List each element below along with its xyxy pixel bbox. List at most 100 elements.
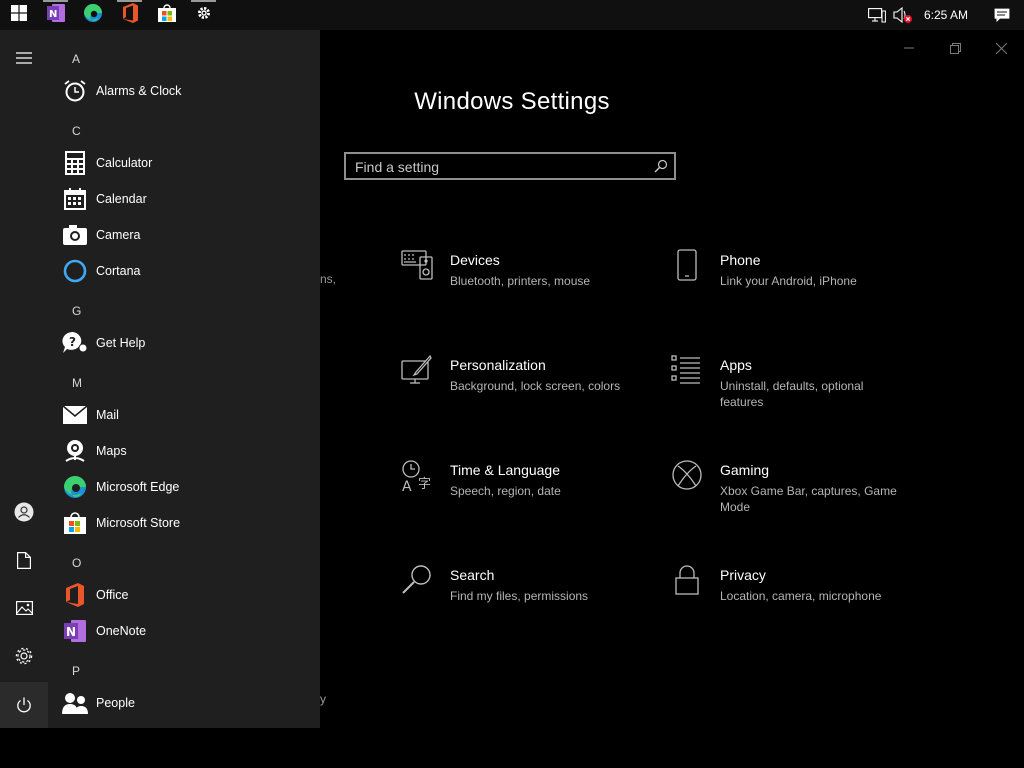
xbox-icon [670, 458, 720, 515]
user-icon[interactable] [0, 489, 48, 535]
section-header-a[interactable]: A [72, 52, 80, 66]
app-name: Office [96, 588, 129, 602]
svg-text:A: A [402, 479, 412, 494]
get-help-icon: ? [62, 330, 88, 356]
tile-personalization[interactable]: Personalization Background, lock screen,… [400, 353, 640, 394]
phone-icon [670, 248, 720, 289]
tile-description: Xbox Game Bar, captures, Game Mode [720, 484, 897, 514]
app-microsoft-edge[interactable]: Microsoft Edge [62, 471, 312, 503]
volume-muted-icon[interactable] [890, 0, 916, 30]
svg-text:?: ? [69, 335, 76, 349]
tile-devices[interactable]: Devices Bluetooth, printers, mouse [400, 248, 640, 289]
search-field[interactable] [344, 152, 676, 180]
tile-title: Personalization [450, 357, 546, 373]
time-language-icon: A 字 [400, 458, 450, 499]
restore-icon[interactable] [932, 38, 978, 58]
alarm-clock-icon [62, 78, 88, 104]
tile-description: Location, camera, microphone [720, 589, 882, 603]
office-icon [121, 2, 139, 28]
section-header-c[interactable]: C [72, 124, 81, 138]
app-microsoft-store[interactable]: Microsoft Store [62, 507, 312, 539]
mail-icon [62, 402, 88, 428]
app-office[interactable]: Office [62, 579, 312, 611]
app-name: Camera [96, 228, 141, 242]
app-camera[interactable]: Camera [62, 219, 312, 251]
app-name: Alarms & Clock [96, 84, 182, 98]
minimize-icon[interactable] [886, 38, 932, 58]
app-alarms-clock[interactable]: Alarms & Clock [62, 75, 312, 107]
edge-icon [83, 3, 103, 28]
tile-description: Link your Android, iPhone [720, 274, 857, 288]
taskbar-settings[interactable] [185, 0, 222, 30]
taskbar-office[interactable] [111, 0, 148, 30]
tile-title: Privacy [720, 567, 766, 583]
section-header-m[interactable]: M [72, 376, 82, 390]
section-header-o[interactable]: O [72, 556, 81, 570]
documents-icon[interactable] [0, 537, 48, 583]
tile-title: Gaming [720, 462, 770, 478]
system-tray: 6:25 AM [864, 0, 1024, 30]
tile-description: Background, lock screen, colors [450, 379, 621, 393]
app-maps[interactable]: Maps [62, 435, 312, 467]
apps-icon [670, 353, 720, 410]
search-icon[interactable] [654, 159, 668, 178]
tile-privacy[interactable]: Privacy Location, camera, microphone [670, 563, 910, 604]
tile-apps[interactable]: Apps Uninstall, defaults, optional featu… [670, 353, 910, 410]
tile-title: Search [450, 567, 495, 583]
partial-text: ns, [320, 272, 337, 286]
section-header-g[interactable]: G [72, 304, 81, 318]
app-calendar[interactable]: Calendar [62, 183, 312, 215]
app-name: Microsoft Edge [96, 480, 180, 494]
app-mail[interactable]: Mail [62, 399, 312, 431]
hamburger-icon[interactable] [0, 35, 48, 81]
maps-icon [62, 438, 88, 464]
app-get-help[interactable]: ? Get Help [62, 327, 312, 359]
tile-description: Bluetooth, printers, mouse [450, 274, 591, 288]
app-people[interactable]: People [62, 687, 312, 719]
start-button[interactable] [0, 0, 37, 30]
tile-time-language[interactable]: A 字 Time & Language Speech, region, date [400, 458, 640, 499]
section-header-p[interactable]: P [72, 664, 80, 678]
svg-text:字: 字 [418, 477, 431, 492]
taskbar-edge[interactable] [74, 0, 111, 30]
app-calculator[interactable]: Calculator [62, 147, 312, 179]
app-onenote[interactable]: N OneNote [62, 615, 312, 647]
partial-text: y [320, 692, 326, 706]
tile-title: Apps [720, 357, 752, 373]
tile-title: Time & Language [450, 462, 560, 478]
edge-icon [62, 474, 88, 500]
devices-icon [400, 248, 450, 289]
pictures-icon[interactable] [0, 585, 48, 631]
onenote-icon: N [62, 618, 88, 644]
app-name: People [96, 696, 135, 710]
calendar-icon [62, 186, 88, 212]
camera-icon [62, 222, 88, 248]
app-name: Calendar [96, 192, 147, 206]
office-icon [62, 582, 88, 608]
tile-search[interactable]: Search Find my files, permissions [400, 563, 640, 604]
notifications-icon[interactable] [980, 0, 1024, 30]
tile-title: Devices [450, 252, 500, 268]
clock[interactable]: 6:25 AM [916, 8, 980, 22]
close-icon[interactable] [978, 38, 1024, 58]
tile-phone[interactable]: Phone Link your Android, iPhone [670, 248, 910, 289]
search-input[interactable] [346, 154, 647, 180]
gear-icon[interactable] [0, 633, 48, 679]
tile-description: Speech, region, date [450, 484, 561, 498]
tile-gaming[interactable]: Gaming Xbox Game Bar, captures, Game Mod… [670, 458, 910, 515]
tile-title: Phone [720, 252, 761, 268]
taskbar-onenote[interactable]: N [37, 0, 74, 30]
app-name: Calculator [96, 156, 153, 170]
start-rail [0, 30, 48, 728]
app-name: Microsoft Store [96, 516, 181, 530]
app-name: Cortana [96, 264, 141, 278]
store-icon [62, 510, 88, 536]
personalization-icon [400, 353, 450, 394]
app-cortana[interactable]: Cortana [62, 255, 312, 287]
power-icon[interactable] [0, 682, 48, 728]
network-icon[interactable] [864, 0, 890, 30]
search-icon [400, 563, 450, 604]
taskbar: N 6:25 AM [0, 0, 1024, 30]
taskbar-store[interactable] [148, 0, 185, 30]
cortana-icon [62, 258, 88, 284]
